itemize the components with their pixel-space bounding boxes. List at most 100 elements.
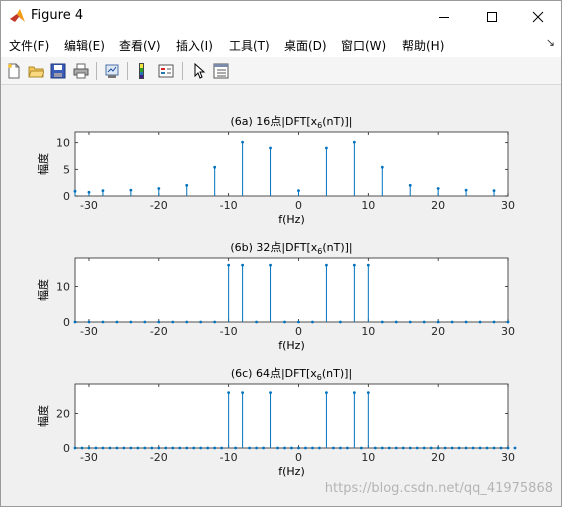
- chart-title: (6c) 64点|DFT[x6(nT)]|: [231, 367, 352, 382]
- stem-marker: [506, 320, 510, 324]
- stem-marker: [408, 320, 412, 324]
- property-inspector-button[interactable]: [211, 61, 231, 81]
- stem-marker: [464, 188, 468, 192]
- stem-marker: [471, 446, 475, 450]
- stem-marker: [87, 190, 91, 194]
- stem-marker: [485, 446, 489, 450]
- menu-insert[interactable]: 插入(I): [176, 37, 213, 54]
- window-title-bar: Figure 4: [1, 1, 561, 33]
- x-tick-label: -30: [80, 451, 98, 464]
- x-axis-label: f(Hz): [278, 213, 305, 226]
- pointer-icon: [194, 63, 206, 79]
- stem-marker: [478, 446, 482, 450]
- x-tick-label: 10: [361, 451, 375, 464]
- stem-marker: [394, 446, 398, 450]
- stem-marker: [143, 446, 147, 450]
- figure-toolbar: [1, 57, 561, 85]
- menu-view[interactable]: 查看(V): [119, 37, 161, 54]
- stem-marker: [255, 320, 258, 324]
- menu-help[interactable]: 帮助(H): [402, 37, 444, 54]
- x-tick-label: 0: [295, 199, 302, 212]
- save-button[interactable]: [48, 61, 68, 81]
- stem-marker: [457, 446, 461, 450]
- stem-marker: [401, 446, 405, 450]
- legend-button[interactable]: [156, 61, 176, 81]
- stem-marker: [213, 165, 217, 169]
- stem-marker: [506, 446, 510, 450]
- stem-marker: [108, 446, 112, 450]
- subplot-2: (6b) 32点|DFT[x6(nT)]| -30 -20 -10 0 10 20 30 0 10…: [36, 241, 515, 352]
- x-tick-label: 20: [431, 199, 445, 212]
- new-figure-button[interactable]: [4, 61, 24, 81]
- stem-marker: [185, 320, 189, 324]
- stem-marker: [136, 446, 140, 450]
- stem-marker: [87, 320, 91, 324]
- x-tick-label: 20: [431, 451, 445, 464]
- stem-marker: [241, 140, 245, 144]
- stem-marker: [241, 391, 245, 395]
- stem-marker: [157, 320, 161, 324]
- pointer-button[interactable]: [189, 61, 209, 81]
- stem-marker: [269, 263, 272, 267]
- stem-marker: [115, 446, 119, 450]
- stem-marker: [380, 320, 384, 324]
- stem-plots: (6a) 16点|DFT[x6(nT)]| -30 -20 -10 0 10 20 30 0 5 1…: [36, 115, 517, 478]
- menu-tools[interactable]: 工具(T): [229, 37, 270, 54]
- figure-canvas[interactable]: (6a) 16点|DFT[x6(nT)]| -30 -20 -10 0 10 20 30 0 5 1…: [1, 86, 561, 506]
- stem-marker: [73, 446, 77, 450]
- print-button[interactable]: [71, 61, 91, 81]
- stem-marker: [513, 446, 517, 450]
- close-icon: [532, 11, 544, 23]
- toolbar-separator: [182, 62, 183, 80]
- stem-marker: [387, 446, 391, 450]
- x-tick-label: -10: [220, 451, 238, 464]
- stem-marker: [143, 320, 147, 324]
- minimize-button[interactable]: [421, 1, 467, 33]
- stem-marker: [185, 183, 189, 187]
- menu-file[interactable]: 文件(F): [9, 37, 49, 54]
- stem-marker: [178, 446, 182, 450]
- stem-marker: [366, 263, 370, 267]
- maximize-button[interactable]: [469, 1, 515, 33]
- colorbar-button[interactable]: [134, 61, 154, 81]
- stem-marker: [436, 187, 440, 190]
- x-tick-label: 30: [501, 451, 515, 464]
- stem-marker: [192, 446, 196, 450]
- stem-marker: [171, 446, 175, 450]
- stem-marker: [269, 146, 272, 150]
- menu-edit[interactable]: 编辑(E): [64, 37, 105, 54]
- open-file-icon: [28, 66, 44, 78]
- stem-marker: [408, 183, 412, 187]
- stem-marker: [311, 320, 314, 324]
- menu-desktop[interactable]: 桌面(D): [284, 37, 327, 54]
- stem-marker: [220, 446, 224, 450]
- stem-marker: [297, 320, 300, 324]
- stem-marker: [297, 446, 300, 450]
- menu-window[interactable]: 窗口(W): [341, 37, 386, 54]
- stem-marker: [199, 446, 203, 450]
- stem-marker: [164, 446, 168, 450]
- stem-marker: [262, 446, 265, 450]
- maximize-icon: [487, 12, 497, 22]
- chart-title: (6b) 32点|DFT[x6(nT)]|: [230, 241, 352, 256]
- stem-marker: [332, 446, 335, 450]
- colorbar-icon: [139, 63, 144, 79]
- x-tick-label: -20: [150, 451, 168, 464]
- link-plot-button[interactable]: [102, 61, 122, 81]
- y-tick-label: 10: [56, 137, 70, 150]
- y-tick-label: 0: [63, 442, 70, 455]
- print-icon: [73, 63, 89, 79]
- stem-marker: [234, 446, 238, 450]
- x-tick-label: 0: [295, 325, 302, 338]
- subplot-3: (6c) 64点|DFT[x6(nT)]| -30 -20 -10 0 10 20 30 0 20…: [36, 367, 517, 478]
- open-file-button[interactable]: [26, 61, 46, 81]
- stem-marker: [422, 446, 426, 450]
- minimize-icon: [439, 17, 449, 18]
- stem-marker: [150, 446, 154, 450]
- close-button[interactable]: [515, 1, 561, 33]
- stem-marker: [422, 320, 426, 324]
- stem-marker: [283, 446, 286, 450]
- y-axis-label: 幅度: [36, 279, 50, 301]
- menu-overflow-icon[interactable]: ↘: [546, 36, 555, 49]
- stem-marker: [492, 446, 496, 450]
